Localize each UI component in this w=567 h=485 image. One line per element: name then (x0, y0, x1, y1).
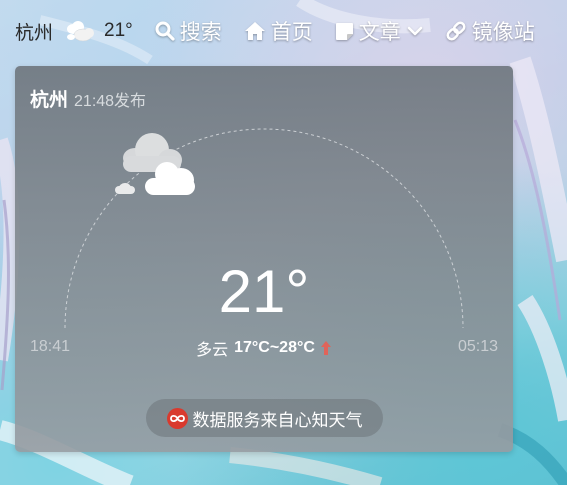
home-icon (244, 22, 265, 40)
weather-card: 杭州 21:48发布 21° 多云 17°C~28°C 18:41 05:13 (15, 66, 513, 452)
chevron-down-icon (407, 26, 423, 36)
temperature-range: 17°C~28°C (234, 339, 315, 356)
nav-articles-label: 文章 (358, 21, 401, 44)
nav-articles[interactable]: 文章 (335, 16, 423, 46)
sunset-time: 05:13 (457, 338, 498, 355)
cloud-icon (65, 19, 95, 43)
cloudy-icon (115, 133, 195, 195)
nav-mirror-label: 镜像站 (471, 21, 535, 44)
current-temperature: 21° (218, 258, 310, 325)
nav-city: 杭州 (15, 22, 54, 44)
seniverse-logo-icon (166, 407, 188, 429)
link-icon (446, 21, 466, 41)
weather-summary: 多云 17°C~28°C (15, 336, 513, 360)
data-source-badge[interactable]: 数据服务来自心知天气 (146, 399, 383, 437)
nav-weather-widget[interactable]: 杭州 21° (15, 18, 133, 45)
nav-home[interactable]: 首页 (244, 16, 313, 46)
arrow-up-icon (320, 340, 332, 356)
nav-search[interactable]: 搜索 (155, 16, 222, 46)
sunrise-time: 18:41 (30, 338, 71, 355)
nav-mirror[interactable]: 镜像站 (445, 16, 535, 46)
note-icon (335, 22, 353, 40)
search-icon (155, 21, 175, 41)
nav-home-label: 首页 (270, 21, 313, 44)
data-source-text: 数据服务来自心知天气 (192, 410, 363, 430)
nav-temperature: 21° (104, 20, 133, 41)
top-navigation-bar: 杭州 21° 搜索 首页 文章 镜像站 (0, 0, 567, 62)
nav-search-label: 搜索 (179, 21, 222, 44)
weather-condition: 多云 (196, 342, 229, 359)
